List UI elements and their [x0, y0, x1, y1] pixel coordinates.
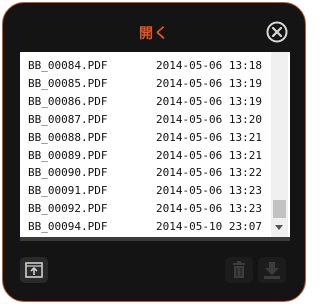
- dialog-title: 開く: [139, 26, 169, 42]
- list-footer-bar: [20, 237, 290, 241]
- close-icon: [266, 21, 288, 43]
- file-date: 2014-05-10 23:07: [156, 220, 262, 234]
- folder-up-icon: [25, 262, 43, 278]
- file-row[interactable]: BB_00094.PDF 2014-05-10 23:07: [20, 217, 270, 237]
- file-name: BB_00094.PDF: [28, 220, 108, 234]
- file-list[interactable]: BB_00084.PDF 2014-05-06 13:18 BB_00085.PDF…: [20, 52, 290, 237]
- close-button[interactable]: [266, 21, 288, 43]
- scrollbar-thumb[interactable]: [273, 200, 286, 218]
- download-button[interactable]: [258, 257, 286, 283]
- delete-button[interactable]: [225, 257, 253, 283]
- trash-icon: [233, 261, 245, 278]
- vertical-scrollbar[interactable]: [271, 52, 288, 237]
- scroll-down-arrow-icon[interactable]: [275, 225, 283, 230]
- open-file-dialog: 開く BB_00084.PDF 2014-05-06 13:18 BB_00085.…: [2, 2, 306, 302]
- parent-folder-button[interactable]: [20, 257, 48, 283]
- download-icon: [264, 262, 280, 279]
